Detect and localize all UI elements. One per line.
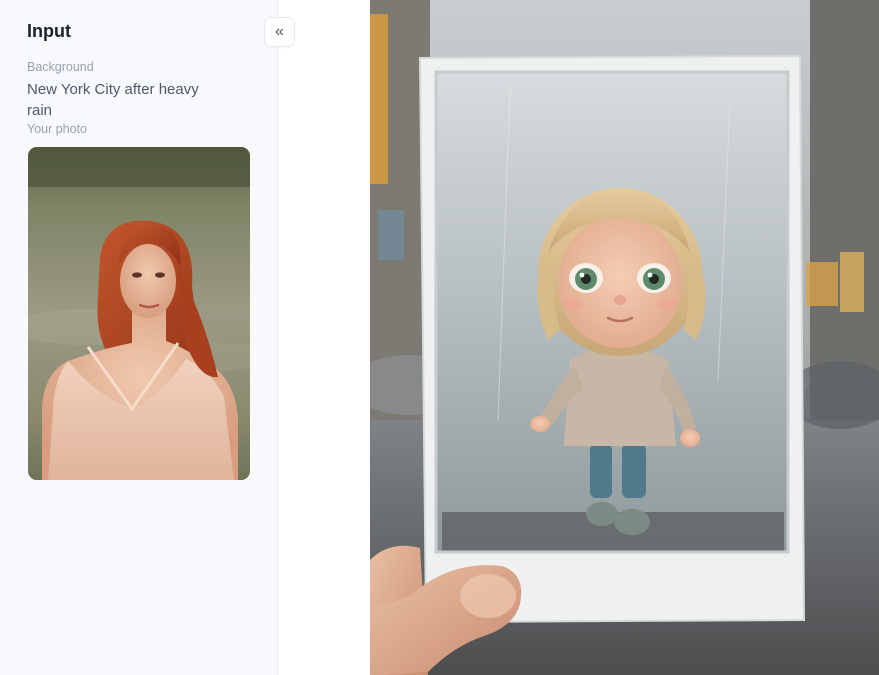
double-chevron-left-icon: «	[275, 23, 284, 40]
background-label: Background	[27, 60, 94, 74]
app-root: Input Background New York City after hea…	[0, 0, 879, 675]
gutter	[279, 0, 370, 675]
photo-label: Your photo	[27, 122, 88, 136]
user-photo-thumbnail[interactable]	[28, 147, 250, 480]
input-panel: Input Background New York City after hea…	[0, 0, 278, 675]
panel-title: Input	[27, 21, 71, 41]
generated-result-image-icon	[370, 0, 879, 675]
result-image-panel[interactable]	[370, 0, 879, 675]
collapse-panel-button[interactable]: «	[264, 17, 295, 47]
background-value: New York City after heavy rain	[27, 81, 199, 119]
portrait-photo-icon	[28, 147, 250, 480]
